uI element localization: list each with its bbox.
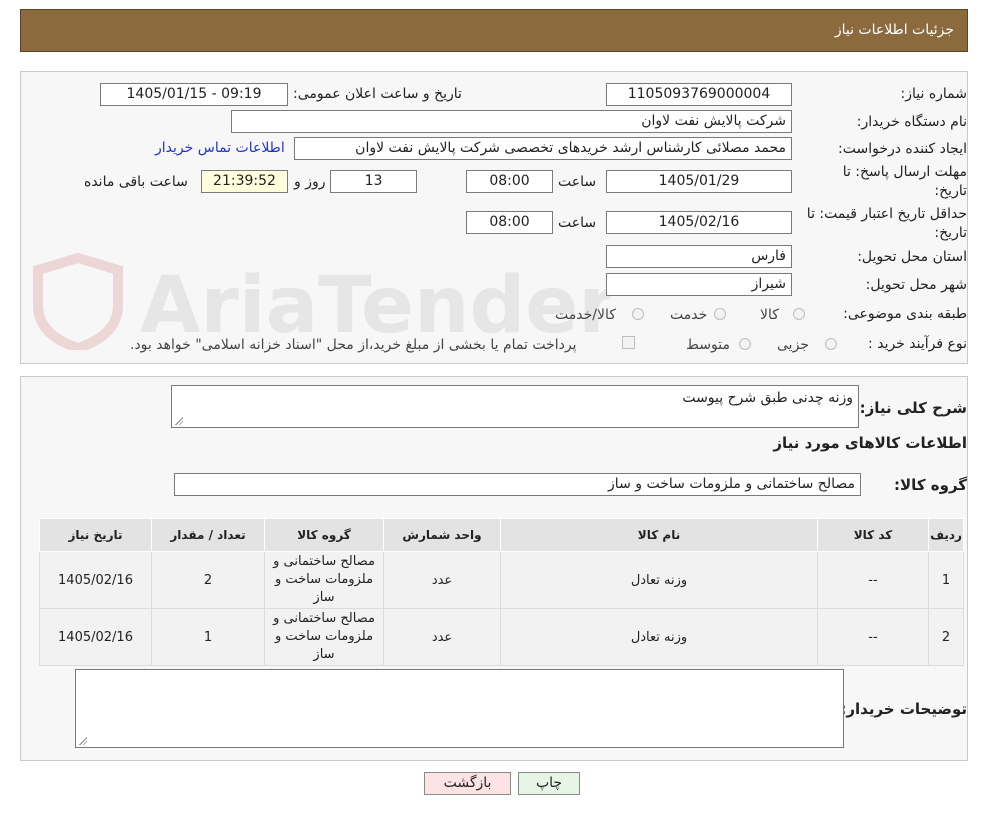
cell-qty: 1 <box>151 608 265 666</box>
deadline-date-field: 1405/01/29 <box>606 170 792 193</box>
process-small-label: جزیی <box>777 337 809 353</box>
need-number-field: 1105093769000004 <box>606 83 792 106</box>
cell-code: -- <box>817 608 929 666</box>
cell-name: وزنه تعادل <box>500 551 818 609</box>
table-row: 2 -- وزنه تعادل عدد مصالح ساختمانی و ملز… <box>39 608 964 666</box>
validity-label: حداقل تاریخ اعتبار قیمت: تا <box>806 206 967 222</box>
col-date-header: تاریخ نیاز <box>39 518 152 552</box>
page-header: جزئیات اطلاعات نیاز <box>20 9 968 52</box>
category-goods-service-label: کالا/خدمت <box>555 307 616 323</box>
announce-label: تاریخ و ساعت اعلان عمومی: <box>293 86 462 102</box>
days-field: 13 <box>330 170 417 193</box>
cell-row: 1 <box>928 551 964 609</box>
process-medium-radio[interactable] <box>739 338 751 350</box>
page-title: جزئیات اطلاعات نیاز <box>834 22 954 38</box>
deadline-time-field: 08:00 <box>466 170 553 193</box>
shield-logo-icon <box>33 252 123 350</box>
cell-unit: عدد <box>383 551 501 609</box>
col-row-header: ردیف <box>928 518 964 552</box>
col-name-header: نام کالا <box>500 518 818 552</box>
goods-table: ردیف کد کالا نام کالا واحد شمارش گروه کا… <box>39 518 964 666</box>
cell-qty: 2 <box>151 551 265 609</box>
description-text: وزنه چدنی طبق شرح پیوست <box>682 390 853 406</box>
treasury-payment-checkbox[interactable] <box>622 336 635 349</box>
cell-name: وزنه تعادل <box>500 608 818 666</box>
process-small-radio[interactable] <box>825 338 837 350</box>
creator-label: ایجاد کننده درخواست: <box>838 141 967 157</box>
category-service-radio[interactable] <box>714 308 726 320</box>
ariatender-watermark: AriaTender.neT <box>33 252 610 350</box>
cell-group: مصالح ساختمانی و ملزومات ساخت و ساز <box>264 608 384 666</box>
category-label: طبقه بندی موضوعی: <box>843 306 967 322</box>
city-field: شیراز <box>606 273 792 296</box>
col-group-header: گروه کالا <box>264 518 384 552</box>
validity-date-field: 1405/02/16 <box>606 211 792 234</box>
remaining-label: ساعت باقی مانده <box>84 174 188 190</box>
process-label: نوع فرآیند خرید : <box>868 336 967 352</box>
announce-field: 1405/01/15 - 09:19 <box>100 83 288 106</box>
cell-code: -- <box>817 551 929 609</box>
cell-date: 1405/02/16 <box>39 608 152 666</box>
treasury-payment-note: پرداخت تمام یا بخشی از مبلغ خرید،از محل … <box>130 337 577 353</box>
print-button[interactable]: چاپ <box>518 772 580 795</box>
province-label: استان محل تحویل: <box>857 249 967 265</box>
col-qty-header: تعداد / مقدار <box>151 518 265 552</box>
category-goods-radio[interactable] <box>793 308 805 320</box>
validity-time-label: ساعت <box>558 215 597 231</box>
cell-row: 2 <box>928 608 964 666</box>
description-textarea[interactable]: وزنه چدنی طبق شرح پیوست <box>171 385 859 428</box>
deadline-date-label: تاریخ: <box>934 183 967 199</box>
cell-group: مصالح ساختمانی و ملزومات ساخت و ساز <box>264 551 384 609</box>
deadline-time-label: ساعت <box>558 174 597 190</box>
category-goods-service-radio[interactable] <box>632 308 644 320</box>
province-field: فارس <box>606 245 792 268</box>
col-code-header: کد کالا <box>817 518 929 552</box>
table-header-row: ردیف کد کالا نام کالا واحد شمارش گروه کا… <box>39 518 964 552</box>
validity-date-label: تاریخ: <box>934 225 967 241</box>
buyer-notes-textarea[interactable] <box>75 669 844 748</box>
goods-group-label: گروه کالا: <box>894 476 967 494</box>
days-label: روز و <box>294 174 326 190</box>
buyer-contact-link[interactable]: اطلاعات تماس خریدار <box>155 140 285 156</box>
need-number-label: شماره نیاز: <box>900 86 968 102</box>
cell-date: 1405/02/16 <box>39 551 152 609</box>
validity-time-field: 08:00 <box>466 211 553 234</box>
buyer-org-label: نام دستگاه خریدار: <box>856 114 967 130</box>
category-goods-label: کالا <box>760 307 779 323</box>
category-service-label: خدمت <box>670 307 708 323</box>
goods-group-field: مصالح ساختمانی و ملزومات ساخت و ساز <box>174 473 861 496</box>
buyer-org-field: شرکت پالایش نفت لاوان <box>231 110 792 133</box>
resize-grip-icon[interactable] <box>79 737 87 745</box>
remaining-time-field: 21:39:52 <box>201 170 288 193</box>
buyer-notes-label: توضیحات خریدار: <box>840 700 967 718</box>
city-label: شهر محل تحویل: <box>865 277 967 293</box>
col-unit-header: واحد شمارش <box>383 518 501 552</box>
cell-unit: عدد <box>383 608 501 666</box>
creator-field: محمد مصلائی کارشناس ارشد خریدهای تخصصی ش… <box>294 137 792 160</box>
deadline-label: مهلت ارسال پاسخ: تا <box>842 164 967 180</box>
process-medium-label: متوسط <box>686 337 730 353</box>
description-label: شرح کلی نیاز: <box>859 399 967 417</box>
resize-grip-icon[interactable] <box>175 417 183 425</box>
goods-info-title: اطلاعات کالاهای مورد نیاز <box>773 434 967 452</box>
table-row: 1 -- وزنه تعادل عدد مصالح ساختمانی و ملز… <box>39 551 964 609</box>
back-button[interactable]: بازگشت <box>424 772 511 795</box>
